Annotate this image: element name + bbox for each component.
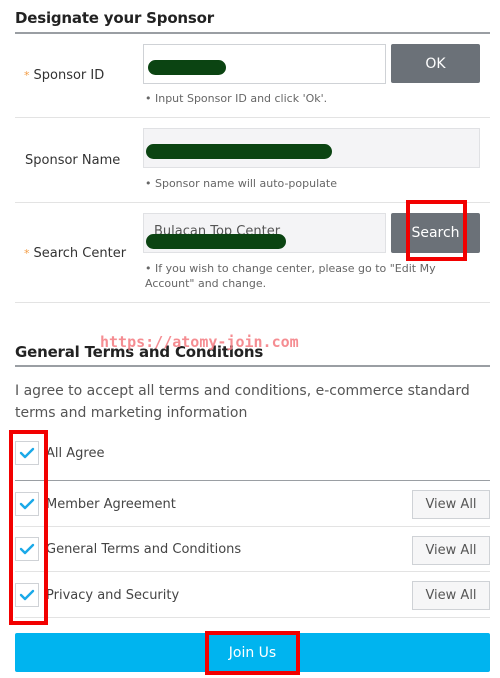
sponsor-id-input[interactable]: [143, 44, 386, 84]
row-divider: [15, 117, 490, 118]
sponsor-section-title: Designate your Sponsor: [15, 9, 214, 27]
row-divider: [15, 202, 490, 203]
ok-button[interactable]: OK: [391, 44, 480, 83]
check-icon: [19, 543, 35, 555]
check-icon: [19, 447, 35, 459]
general-terms-label: General Terms and Conditions: [46, 542, 242, 557]
terms-description: I agree to accept all terms and conditio…: [15, 383, 470, 421]
required-mark: *: [24, 247, 30, 260]
member-agreement-view-all-button[interactable]: View All: [412, 490, 490, 519]
sponsor-name-input: [143, 128, 480, 168]
general-terms-checkbox[interactable]: [15, 537, 39, 561]
row-divider: [15, 302, 490, 303]
join-us-button[interactable]: Join Us: [15, 633, 490, 672]
member-agreement-label: Member Agreement: [46, 497, 176, 512]
general-terms-view-all-button[interactable]: View All: [412, 536, 490, 565]
row-divider: [15, 571, 490, 572]
check-icon: [19, 498, 35, 510]
row-divider: [15, 526, 490, 527]
privacy-security-label: Privacy and Security: [46, 588, 180, 603]
check-icon: [19, 589, 35, 601]
sponsor-name-hint: • Sponsor name will auto-populate: [145, 177, 337, 190]
section-divider: [15, 365, 490, 367]
redaction-mark: [146, 234, 286, 249]
redaction-mark: [148, 60, 226, 75]
watermark: https://atomy-join.com: [100, 333, 299, 351]
redaction-mark: [146, 144, 332, 159]
section-divider: [15, 32, 490, 34]
row-divider: [15, 617, 490, 618]
privacy-security-checkbox[interactable]: [15, 583, 39, 607]
section-divider: [15, 480, 490, 481]
sponsor-id-hint: • Input Sponsor ID and click 'Ok'.: [145, 92, 328, 105]
search-center-label: * Search Center: [24, 246, 127, 261]
all-agree-checkbox[interactable]: [15, 441, 39, 465]
privacy-security-view-all-button[interactable]: View All: [412, 581, 490, 610]
sponsor-name-label: Sponsor Name: [25, 153, 121, 168]
search-center-input: Bulacan Top Center: [143, 213, 386, 253]
search-center-hint: • If you wish to change center, please g…: [145, 262, 436, 290]
sponsor-id-label: * Sponsor ID: [24, 68, 105, 83]
all-agree-label: All Agree: [46, 446, 105, 461]
required-mark: *: [24, 69, 30, 82]
member-agreement-checkbox[interactable]: [15, 492, 39, 516]
search-button[interactable]: Search: [391, 213, 480, 253]
